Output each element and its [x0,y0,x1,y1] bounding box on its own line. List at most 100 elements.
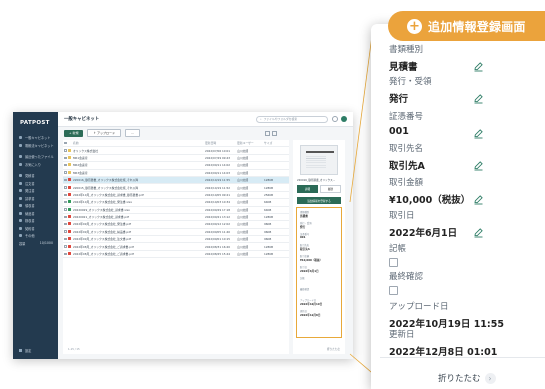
file-list: 名前 更新日時 更新ユーザー サイズ オリックス株式会社 2022/07/06 1… [63,140,289,354]
folder-icon [19,234,22,238]
preview-file-name: 220016_御見積書_オリックス... [297,179,336,182]
sidebar-category[interactable]: 請求書 [13,195,58,203]
table-row[interactable]: 2022年08月_オリックス株式会社_ご請求書.pdf 2022/08/25 15… [63,251,289,259]
fold-button[interactable]: 折りたたむ › [438,372,496,384]
table-row[interactable]: 2022年08月_オリックス株式会社_ご請求書.pdf 2022/08/31 16… [63,243,289,251]
file-date: 2022/09/21 13:12 [205,215,231,220]
bookkeeping-checkbox[interactable] [389,258,398,267]
table-row[interactable]: MR3会議室 2022/09/11 14:03 山川太郎 [63,170,289,177]
page-title: 一般キャビネット [64,117,100,122]
sidebar-category[interactable]: 注文書 [13,180,58,188]
folder-icon [19,211,22,215]
table-row[interactable]: 2022年10月_オリックス株式会社_請求書_御見積書.pdf 2022/10/0… [63,192,289,200]
table-row[interactable]: 2022年10月_オリックス株式会社_発注書.xlsx 2022/10/03 10… [63,199,289,207]
preview-fold-button[interactable]: 折りたたむ [327,347,340,351]
pencil-icon[interactable] [473,156,484,171]
more-button[interactable]: ⋯ [124,129,140,137]
table-row[interactable]: 20220921_オリックス株式会社_請求書.pdf 2022/09/21 13:… [63,214,289,222]
tab-history[interactable]: 履歴 [320,185,341,193]
logo: PATPOST [20,120,50,126]
column-name[interactable]: 名前 [73,141,205,145]
sidebar-section-item-label: 最近使ったファイル [25,155,54,160]
file-user: 山川太郎 [237,163,249,168]
column-user[interactable]: 更新ユーザー [237,141,264,145]
search-input[interactable]: ⌕ ファイルやフォルダを検索 [256,115,328,123]
topbar: 一般キャビネット ⌕ ファイルやフォルダを検索 [58,112,353,127]
sidebar-item[interactable]: 電帳法キャビネット [13,142,58,150]
pencil-icon[interactable] [473,124,484,139]
column-date[interactable]: 更新日時 [205,141,237,145]
sidebar-category[interactable]: 検収書 [13,217,58,225]
column-size[interactable]: サイズ [264,141,284,145]
chevron-right-icon: › [484,372,496,384]
table-row[interactable]: 2022年09月_オリックス株式会社_納品書.pdf 2022/09/05 11:… [63,229,289,237]
sidebar-category[interactable]: 契約書 [13,225,58,233]
panel-field-key: 記帳 [389,244,407,254]
avatar[interactable] [341,116,347,122]
file-name: 2022年08月_オリックス株式会社_ご請求書.pdf [73,252,134,257]
select-all-checkbox[interactable] [63,141,68,145]
file-name: 2022年10月_オリックス株式会社_発注書.xlsx [73,200,132,205]
sidebar-category[interactable]: 発注書 [13,187,58,195]
panel-divider [380,357,545,358]
final-check-checkbox[interactable] [389,286,398,295]
pencil-icon[interactable] [473,89,484,104]
panel-field-key: 取引先名 [389,144,424,154]
table-row[interactable]: 2022年09月_オリックス株式会社_発注書.pdf 2022/09/12 12:… [63,221,289,229]
settings-link[interactable]: 設定 [19,348,31,353]
table-row[interactable]: オリックス株式会社 2022/07/06 10:01 山川太郎 [63,147,289,155]
folder-icon [19,155,22,159]
panel-field-key: 最終確認 [389,272,424,282]
new-button[interactable]: + 新規 [64,129,84,137]
preview-field: アップロード日 2022年10月19日 [300,298,338,309]
folder-icon [19,162,22,166]
panel-title-tab: + 追加情報登録画面 [388,11,545,41]
grid-view-icon[interactable] [272,130,277,136]
file-date: 2022/10/03 10:34 [205,200,231,205]
pencil-icon[interactable] [473,190,484,205]
file-size: 64KB [264,200,272,205]
file-size: 128KB [264,185,274,190]
file-name: MR2会議室 [73,163,88,168]
sidebar-item-label: 電帳法キャビネット [25,143,54,148]
sidebar-item[interactable]: 一般キャビネット [13,134,58,142]
table-row[interactable]: 20220929_オリックス株式会社_請求書.xlsx 2022/09/29 17… [63,207,289,214]
panel-field-key: 取引金額 [389,178,424,188]
sidebar-category[interactable]: 領収書 [13,202,58,210]
file-date: 2022/09/01 10:15 [205,237,231,242]
add-info-button[interactable]: 追加情報を登録する [297,197,341,204]
sidebar-section-item[interactable]: お気に入り [13,161,58,169]
folder-icon [19,226,22,230]
storage-usage: 容量 10/1000 [13,240,58,248]
file-user: 山川太郎 [237,229,249,234]
pencil-icon[interactable] [473,57,484,72]
preview-field: 書類種別 見積書 [300,210,338,221]
sidebar-category[interactable]: 見積書 [13,172,58,180]
document-thumbnail[interactable] [300,145,338,175]
file-size: 64KB [264,207,272,212]
file-date: 2022/07/29 09:43 [205,155,231,160]
preview-field: 発行・受領 発行 [300,221,338,232]
table-row[interactable]: 220015_御見積書_オリックス株式会社様_それ以降 2022/10/19 11… [63,184,289,192]
table-row[interactable]: 220016_御見積書_オリックス株式会社様_それ以降 2022/10/19 11… [63,176,289,185]
folder-icon [19,181,22,185]
help-icon[interactable] [332,116,338,122]
tab-details[interactable]: 詳細 [297,185,318,193]
pencil-icon[interactable] [473,223,484,238]
list-view-icon[interactable] [265,130,270,136]
upload-button[interactable]: ↑ アップロード [87,129,121,137]
sidebar-category[interactable]: 納品書 [13,210,58,218]
sidebar-section-item[interactable]: 最近使ったファイル [13,153,58,161]
folder-icon [19,136,22,140]
table-row[interactable]: MR1会議室 2022/07/29 09:43 山川太郎 [63,155,289,163]
preview-field: 最終確認 [300,287,338,298]
sidebar-category[interactable]: その他 [13,232,58,240]
file-name: 2022年09月_オリックス株式会社_注文書.pdf [73,237,131,242]
preview-field-value: 見積書 [300,215,308,218]
folder-icon [19,143,22,147]
storage-label: 容量 [19,241,26,246]
panel-field-key: 証憑番号 [389,112,424,122]
folder-icon [19,196,22,200]
table-row[interactable]: MR2会議室 2022/09/11 14:02 山川太郎 [63,162,289,170]
table-row[interactable]: 2022年09月_オリックス株式会社_注文書.pdf 2022/09/01 10:… [63,236,289,244]
